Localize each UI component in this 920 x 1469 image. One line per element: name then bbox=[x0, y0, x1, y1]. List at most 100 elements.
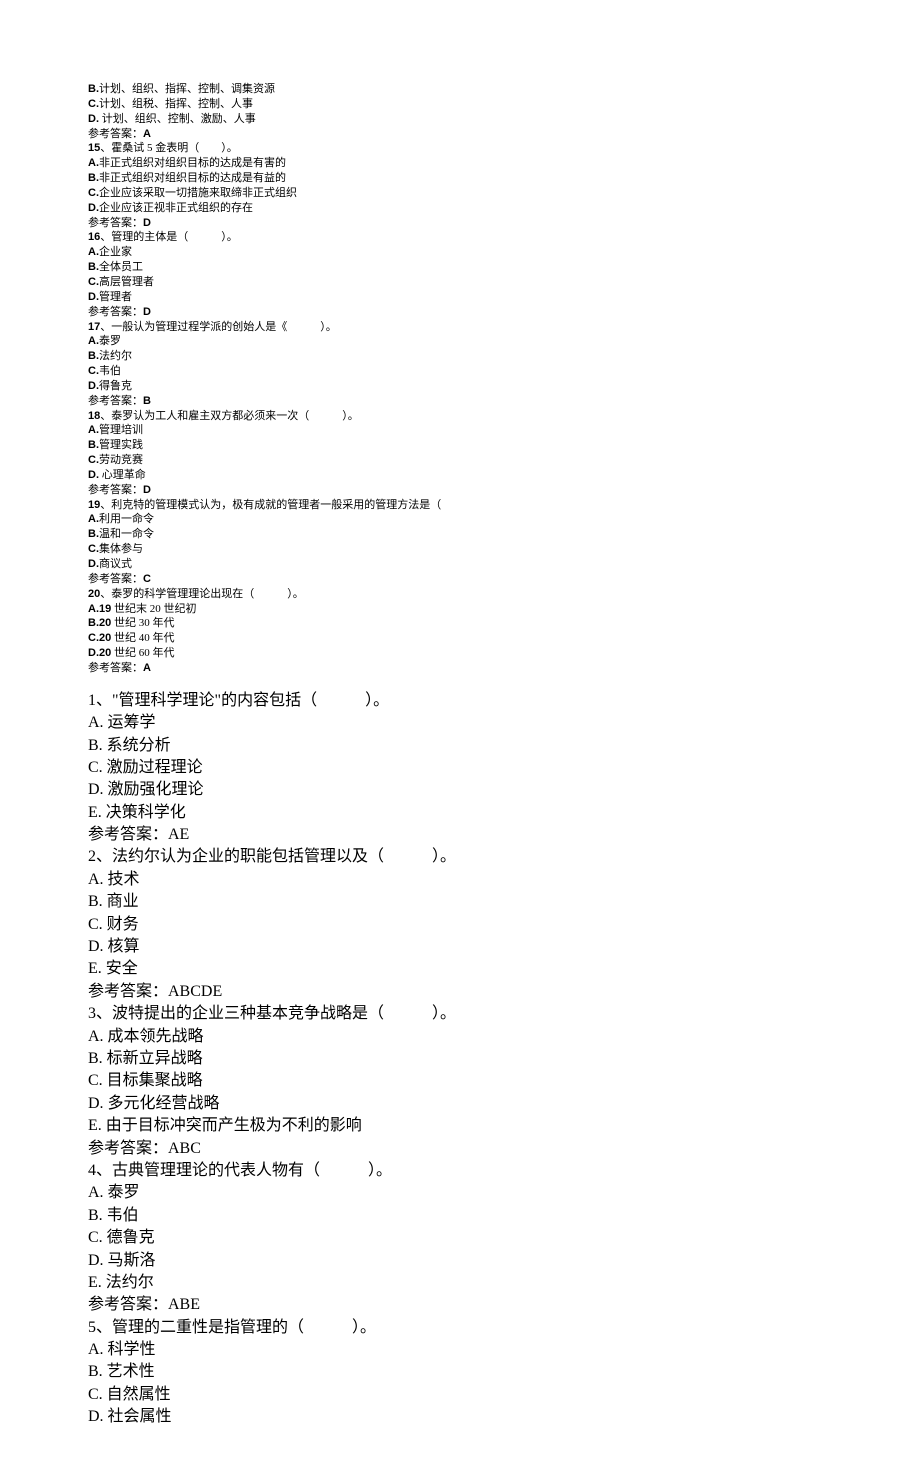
q-text: 、一般认为管理过程学派的创始人是《 ）。 bbox=[100, 321, 337, 333]
q19-opt-d: D.商议式 bbox=[88, 557, 832, 572]
mq4-opt-a: A. 泰罗 bbox=[88, 1182, 832, 1204]
mq4-stem: 4、古典管理理论的代表人物有（ ）。 bbox=[88, 1160, 832, 1182]
answer-value: A bbox=[143, 662, 151, 674]
mq4-opt-b: B. 韦伯 bbox=[88, 1205, 832, 1227]
opt-text: 世纪 40 年代 bbox=[111, 632, 174, 644]
q18-stem: 18、泰罗认为工人和雇主双方都必须来一次（ ）。 bbox=[88, 409, 832, 424]
opt-text: 劳动竞赛 bbox=[99, 454, 143, 466]
opt-prefix: D. bbox=[88, 291, 99, 303]
opt-prefix: B. bbox=[88, 172, 99, 184]
mq2-opt-a: A. 技术 bbox=[88, 869, 832, 891]
answer-value: C bbox=[143, 573, 151, 585]
q20-opt-d: D.20 世纪 60 年代 bbox=[88, 646, 832, 661]
answer-label: 参考答案： bbox=[88, 128, 143, 140]
q-text: 、泰罗的科学管理理论出现在（ ）。 bbox=[100, 588, 304, 600]
q16-answer: 参考答案：D bbox=[88, 305, 832, 320]
opt-text: 计划、组织、控制、激励、人事 bbox=[99, 113, 256, 125]
opt-text: 企业家 bbox=[99, 246, 132, 258]
q-num: 15 bbox=[88, 142, 100, 154]
mq5-stem: 5、管理的二重性是指管理的（ ）。 bbox=[88, 1317, 832, 1339]
q20-answer: 参考答案：A bbox=[88, 661, 832, 676]
opt-text: 得鲁克 bbox=[99, 380, 132, 392]
mq1-opt-d: D. 激励强化理论 bbox=[88, 779, 832, 801]
q14-opt-b: B.计划、组织、指挥、控制、调集资源 bbox=[88, 82, 832, 97]
opt-text: 利用一命令 bbox=[99, 513, 154, 525]
q20-opt-a: A.19 世纪末 20 世纪初 bbox=[88, 602, 832, 617]
q15-opt-b: B.非正式组织对组织目标的达成是有益的 bbox=[88, 171, 832, 186]
opt-prefix: D. bbox=[88, 113, 99, 125]
mq1-opt-e: E. 决策科学化 bbox=[88, 802, 832, 824]
opt-prefix: B. bbox=[88, 261, 99, 273]
q18-opt-b: B.管理实践 bbox=[88, 438, 832, 453]
answer-label: 参考答案： bbox=[88, 662, 143, 674]
opt-prefix: B. bbox=[88, 439, 99, 451]
mq5-opt-b: B. 艺术性 bbox=[88, 1361, 832, 1383]
opt-text: 管理实践 bbox=[99, 439, 143, 451]
opt-text: 集体参与 bbox=[99, 543, 143, 555]
answer-label: 参考答案： bbox=[88, 306, 143, 318]
q-num: 20 bbox=[88, 588, 100, 600]
q16-opt-d: D.管理者 bbox=[88, 290, 832, 305]
mq4-opt-e: E. 法约尔 bbox=[88, 1272, 832, 1294]
mq3-opt-b: B. 标新立异战略 bbox=[88, 1048, 832, 1070]
q17-opt-c: C.韦伯 bbox=[88, 364, 832, 379]
mq2-opt-d: D. 核算 bbox=[88, 936, 832, 958]
mq3-opt-d: D. 多元化经营战略 bbox=[88, 1093, 832, 1115]
mq1-opt-c: C. 激励过程理论 bbox=[88, 757, 832, 779]
mq3-opt-a: A. 成本领先战略 bbox=[88, 1026, 832, 1048]
opt-prefix: C. bbox=[88, 276, 99, 288]
q17-opt-b: B.法约尔 bbox=[88, 349, 832, 364]
mq2-opt-b: B. 商业 bbox=[88, 891, 832, 913]
q15-answer: 参考答案：D bbox=[88, 216, 832, 231]
mq2-opt-e: E. 安全 bbox=[88, 958, 832, 980]
opt-text: 非正式组织对组织目标的达成是有害的 bbox=[99, 157, 286, 169]
q19-opt-a: A.利用一命令 bbox=[88, 512, 832, 527]
mq1-opt-a: A. 运筹学 bbox=[88, 712, 832, 734]
q16-stem: 16、管理的主体是（ ）。 bbox=[88, 230, 832, 245]
q17-opt-d: D.得鲁克 bbox=[88, 379, 832, 394]
opt-prefix: A.19 bbox=[88, 603, 111, 615]
opt-prefix: D. bbox=[88, 469, 99, 481]
q14-opt-c: C.计划、组税、指挥、控制、人事 bbox=[88, 97, 832, 112]
opt-prefix: A. bbox=[88, 246, 99, 258]
mq1-opt-b: B. 系统分析 bbox=[88, 735, 832, 757]
opt-text: 韦伯 bbox=[99, 365, 121, 377]
opt-prefix: A. bbox=[88, 157, 99, 169]
mq1-stem: 1、"管理科学理论"的内容包括（ ）。 bbox=[88, 690, 832, 712]
answer-value: A bbox=[143, 128, 151, 140]
section-multi-choice: 1、"管理科学理论"的内容包括（ ）。 A. 运筹学 B. 系统分析 C. 激励… bbox=[88, 690, 832, 1429]
q19-opt-b: B.温和一命令 bbox=[88, 527, 832, 542]
q17-stem: 17、一般认为管理过程学派的创始人是《 ）。 bbox=[88, 320, 832, 335]
q19-opt-c: C.集体参与 bbox=[88, 542, 832, 557]
q20-opt-b: B.20 世纪 30 年代 bbox=[88, 616, 832, 631]
answer-value: D bbox=[143, 217, 151, 229]
q18-opt-c: C.劳动竞赛 bbox=[88, 453, 832, 468]
q-num: 17 bbox=[88, 321, 100, 333]
mq1-answer: 参考答案：AE bbox=[88, 824, 832, 846]
q-text: 、霍桑试 5 金表明（ ）。 bbox=[100, 142, 238, 154]
q15-stem: 15、霍桑试 5 金表明（ ）。 bbox=[88, 141, 832, 156]
mq5-opt-a: A. 科学性 bbox=[88, 1339, 832, 1361]
q15-opt-a: A.非正式组织对组织目标的达成是有害的 bbox=[88, 156, 832, 171]
opt-text: 计划、组税、指挥、控制、人事 bbox=[99, 98, 253, 110]
answer-value: D bbox=[143, 306, 151, 318]
opt-prefix: C. bbox=[88, 543, 99, 555]
opt-text: 温和一命令 bbox=[99, 528, 154, 540]
opt-prefix: C. bbox=[88, 365, 99, 377]
q17-opt-a: A.泰罗 bbox=[88, 334, 832, 349]
q19-answer: 参考答案：C bbox=[88, 572, 832, 587]
q20-opt-c: C.20 世纪 40 年代 bbox=[88, 631, 832, 646]
mq4-answer: 参考答案：ABE bbox=[88, 1294, 832, 1316]
q17-answer: 参考答案：B bbox=[88, 394, 832, 409]
answer-label: 参考答案： bbox=[88, 217, 143, 229]
opt-text: 世纪末 20 世纪初 bbox=[111, 603, 196, 615]
opt-text: 非正式组织对组织目标的达成是有益的 bbox=[99, 172, 286, 184]
opt-prefix: B. bbox=[88, 528, 99, 540]
mq3-answer: 参考答案：ABC bbox=[88, 1138, 832, 1160]
q15-opt-d: D.企业应该正视非正式组织的存在 bbox=[88, 201, 832, 216]
answer-label: 参考答案： bbox=[88, 573, 143, 585]
answer-value: D bbox=[143, 484, 151, 496]
opt-prefix: A. bbox=[88, 513, 99, 525]
opt-text: 法约尔 bbox=[99, 350, 132, 362]
mq2-stem: 2、法约尔认为企业的职能包括管理以及（ ）。 bbox=[88, 846, 832, 868]
